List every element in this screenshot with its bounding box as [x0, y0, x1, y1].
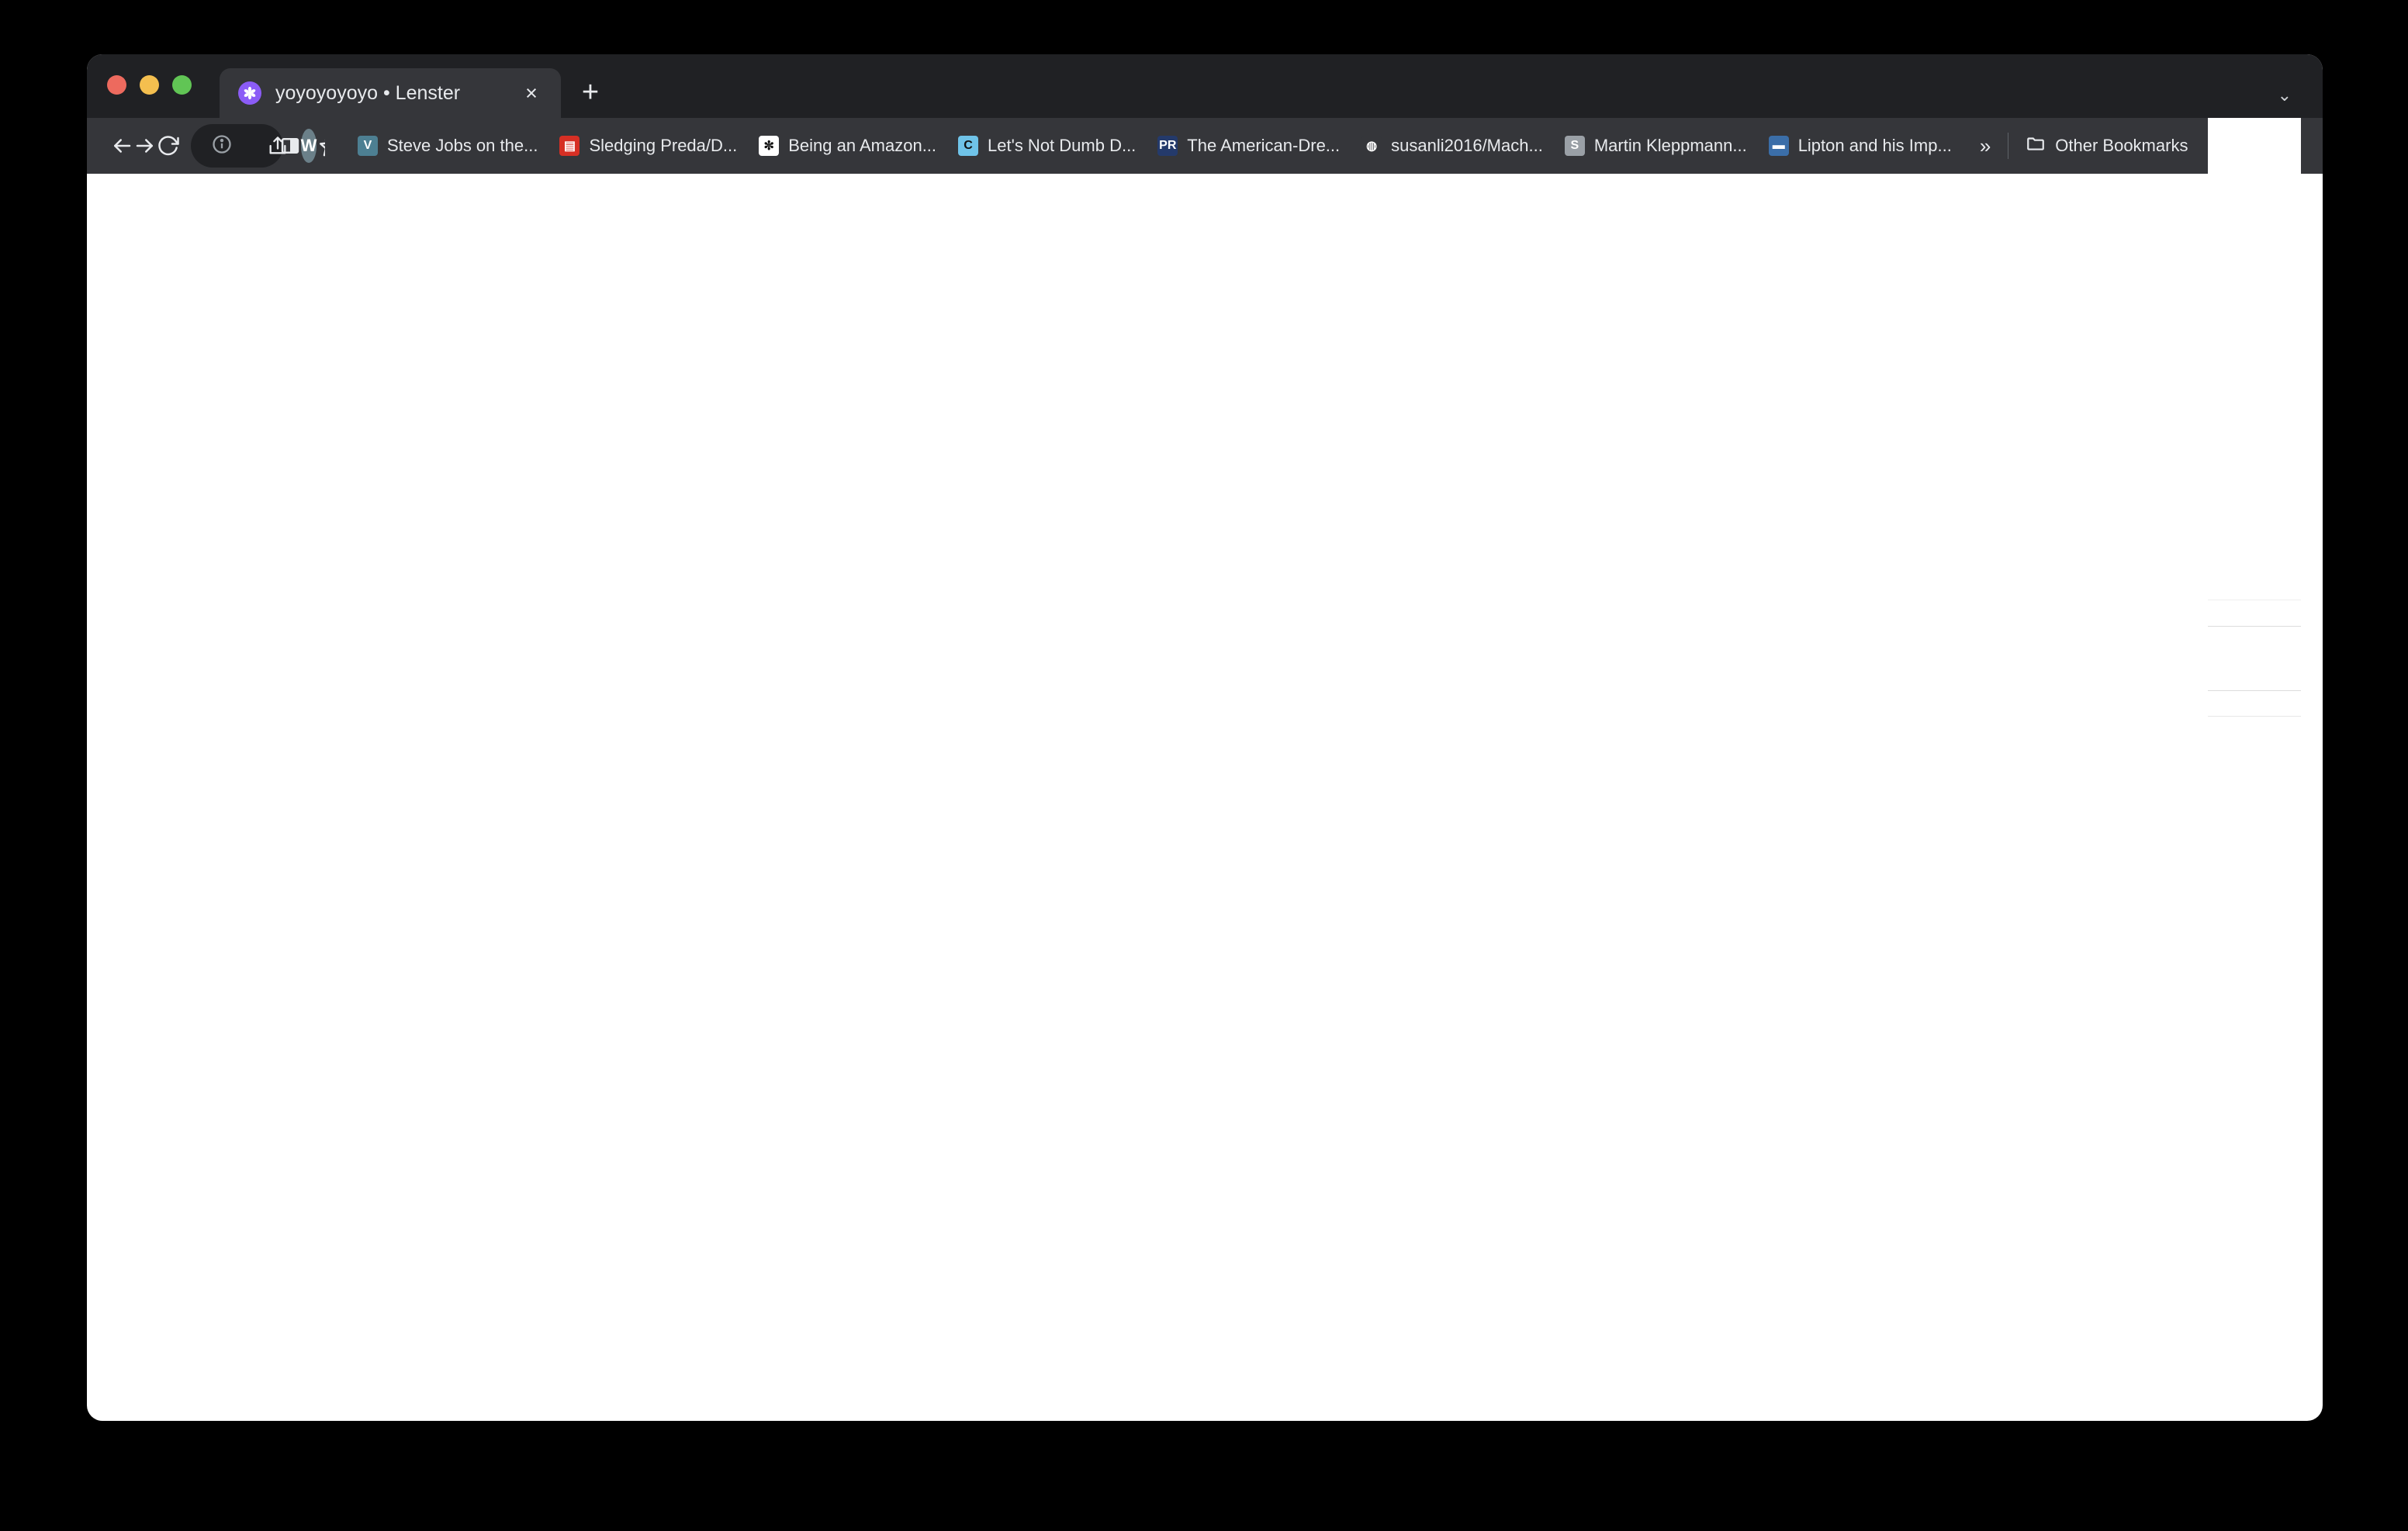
browser-toolbar: localhost:4783/messages/0xac8b8699693a96… — [87, 54, 2323, 717]
bookmark-label: The American-Dre... — [1187, 136, 1341, 155]
bookmark-item[interactable]: PR The American-Dre... — [1147, 129, 1351, 163]
browser-profile-avatar[interactable]: W — [300, 129, 317, 163]
message-row: Need you to help cover a bit of the tab … — [2208, 216, 2301, 332]
other-bookmarks-button[interactable]: Other Bookmarks — [2008, 133, 2188, 158]
folder-icon — [2026, 133, 2046, 158]
new-tab-button[interactable]: + — [575, 78, 606, 107]
bookmarks-bar: V Steve Jobs on the... ▤ Sledging Preda/D..… — [324, 123, 2209, 168]
message-list[interactable]: 5 minutes ago Last night was really rad … — [2208, 54, 2301, 600]
bookmark-item[interactable]: S Martin Kleppmann... — [1554, 129, 1758, 163]
bookmark-item[interactable]: ✼ Being an Amazon... — [748, 129, 947, 163]
forward-button[interactable] — [133, 124, 157, 168]
bookmark-item[interactable]: ▤ Sledging Preda/D... — [548, 129, 748, 163]
bookmark-favicon-icon: C — [958, 136, 979, 156]
bookmark-label: susanli2016/Mach... — [1391, 136, 1543, 155]
browser-window: yoyoyoyoyo • Lenster × + ⌄ localhost:478… — [87, 54, 2323, 1421]
lenster-favicon-icon — [238, 81, 261, 105]
bookmark-label: Being an Amazon... — [788, 136, 937, 155]
bookmark-item[interactable]: V Steve Jobs on the... — [347, 129, 548, 163]
bookmark-item[interactable]: C Let's Not Dumb D... — [947, 129, 1147, 163]
window-traffic-lights — [107, 75, 192, 118]
other-bookmarks-label: Other Bookmarks — [2055, 136, 2188, 155]
message-row: Think we went overboard on the drinks a … — [2208, 101, 2301, 216]
close-window-button[interactable] — [107, 75, 126, 95]
tab-title: yoyoyoyoyo • Lenster — [275, 81, 461, 104]
bookmark-favicon-icon: ▤ — [559, 136, 580, 156]
side-panel-icon[interactable] — [279, 129, 301, 163]
bookmark-favicon-icon: ✼ — [759, 136, 780, 156]
bookmark-label: Lipton and his Imp... — [1797, 136, 1952, 155]
bookmark-favicon-icon: ▬ — [1768, 136, 1789, 156]
main-area: Messages Following Req — [2208, 54, 2301, 717]
maximize-window-button[interactable] — [172, 75, 192, 95]
bookmark-label: Martin Kleppmann... — [1593, 136, 1747, 155]
tab-strip: yoyoyoyoyo • Lenster × + ⌄ — [87, 54, 2323, 118]
bookmark-favicon-icon: S — [1564, 136, 1585, 156]
back-button[interactable] — [110, 124, 133, 168]
message-row: 20 USDC Request a few seconds ago — [2208, 332, 2301, 547]
browser-tab[interactable]: yoyoyoyoyo • Lenster × — [220, 68, 561, 118]
bookmark-label: Steve Jobs on the... — [386, 136, 538, 155]
reload-button[interactable] — [157, 124, 180, 168]
extensions-icon[interactable]: W — [281, 129, 329, 163]
message-input[interactable]: Type Something — [2208, 625, 2301, 691]
bookmark-label: Let's Not Dumb D... — [988, 136, 1137, 155]
bookmark-favicon-icon: V — [357, 136, 378, 156]
bookmark-item[interactable]: ◍ susanli2016/Mach... — [1351, 129, 1554, 163]
site-info-icon[interactable] — [211, 133, 233, 159]
minimize-window-button[interactable] — [140, 75, 159, 95]
bookmark-label: Sledging Preda/D... — [589, 136, 738, 155]
address-bar[interactable]: localhost:4783/messages/0xac8b8699693a96… — [191, 124, 342, 168]
chat-panel: yoyoyoyoyo @yoyoyoyoyo Unfollow — [2208, 54, 2301, 717]
bookmark-item[interactable]: ▬ Lipton and his Imp... — [1758, 129, 1963, 163]
bookmark-favicon-icon: ◍ — [1361, 136, 1382, 156]
message-composer: Type Something $ Send → — [2208, 600, 2301, 716]
page-content: Search... Home Explore More — [2208, 54, 2301, 717]
chevron-down-icon[interactable]: ⌄ — [2278, 85, 2292, 105]
tab-close-icon[interactable]: × — [519, 82, 544, 104]
bookmarks-overflow-icon[interactable]: » — [1963, 134, 2008, 158]
bookmark-favicon-icon: PR — [1157, 136, 1178, 156]
